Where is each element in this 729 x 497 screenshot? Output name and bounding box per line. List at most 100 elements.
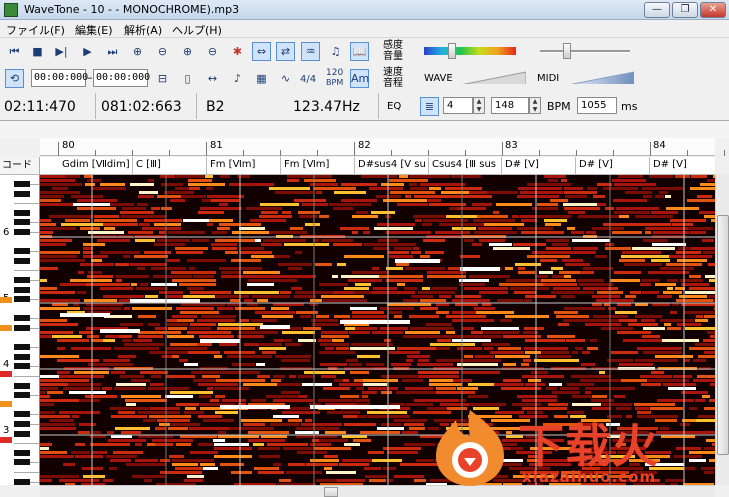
grid-icon[interactable]: ▦: [252, 69, 271, 88]
loop-icon[interactable]: ⟲: [5, 69, 24, 88]
spectrogram-band: [350, 307, 377, 310]
spectrogram-band: [496, 203, 532, 206]
zoom-out-vertical-icon[interactable]: ⊖: [203, 42, 222, 61]
spectrogram-band: [422, 267, 445, 270]
vertical-scroll-thumb[interactable]: [717, 215, 729, 455]
beats-spinner[interactable]: ▲ ▼: [473, 97, 485, 114]
range-icon[interactable]: ↔: [203, 69, 222, 88]
menu-file[interactable]: ファイル(F): [6, 22, 65, 38]
piano-black-key[interactable]: [14, 449, 30, 456]
piano-black-key[interactable]: [14, 315, 30, 322]
piano-black-key[interactable]: [14, 478, 30, 485]
piano-black-key[interactable]: [14, 325, 30, 331]
fit-width-icon[interactable]: ⇔: [252, 42, 271, 61]
piano-black-key[interactable]: [14, 277, 30, 283]
curve-icon[interactable]: ∿: [276, 69, 295, 88]
piano-black-key[interactable]: [14, 209, 30, 216]
measure-ruler[interactable]: 80 81 82 83 84: [40, 138, 725, 156]
time-signature[interactable]: 4/4: [300, 74, 316, 85]
piano-black-key[interactable]: [14, 181, 30, 187]
piano-black-key[interactable]: [14, 248, 30, 255]
spectrogram-band: [167, 319, 177, 322]
swap-icon[interactable]: ⇄: [276, 42, 295, 61]
wave-ramp[interactable]: [460, 70, 526, 84]
bpm-input[interactable]: 148: [491, 97, 529, 114]
end-time-input[interactable]: 00:00:000: [93, 69, 150, 87]
list-icon[interactable]: ≣: [420, 97, 439, 116]
piano-black-key[interactable]: [14, 286, 30, 293]
piano-black-key[interactable]: [14, 229, 30, 235]
eq-label[interactable]: EQ: [387, 101, 401, 112]
horizontal-scroll-thumb[interactable]: [324, 487, 338, 497]
chord-label[interactable]: Fm [Ⅵm]: [284, 159, 329, 170]
chord-label[interactable]: D# [Ⅴ]: [505, 159, 539, 170]
piano-black-key[interactable]: [14, 296, 30, 303]
piano-black-key[interactable]: [14, 411, 30, 418]
volume-slider[interactable]: [563, 43, 571, 59]
book-icon[interactable]: 📖: [350, 42, 369, 61]
zoom-in-horizontal-icon[interactable]: ⊕: [128, 42, 147, 61]
piano-black-key[interactable]: [14, 382, 30, 389]
chord-row[interactable]: Gdim [Ⅶdim] C [Ⅲ] Fm [Ⅵm] Fm [Ⅵm] D#sus4…: [40, 157, 715, 175]
minimize-button[interactable]: —: [644, 2, 670, 18]
score-icon[interactable]: ♫: [326, 42, 345, 61]
spectrogram-band: [310, 299, 322, 302]
ms-input[interactable]: 1055: [577, 97, 617, 114]
piano-keyboard[interactable]: 6 5 4 3: [0, 175, 40, 485]
piano-black-key[interactable]: [14, 344, 30, 351]
rewind-icon[interactable]: ⏮: [5, 42, 24, 61]
marker-icon[interactable]: ✱: [228, 42, 247, 61]
zoom-in-vertical-icon[interactable]: ⊕: [178, 42, 197, 61]
zoom-out-horizontal-icon[interactable]: ⊖: [153, 42, 172, 61]
piano-black-key[interactable]: [14, 363, 30, 370]
spectrogram-band: [688, 227, 713, 230]
spectrogram-band: [585, 391, 591, 394]
spectrogram-band: [377, 427, 404, 430]
chord-label[interactable]: D#sus4 [Ⅴ su: [358, 159, 426, 170]
spectrogram-band: [278, 263, 312, 266]
chord-label[interactable]: Fm [Ⅵm]: [210, 159, 255, 170]
play-icon[interactable]: ▶: [78, 42, 97, 61]
menu-edit[interactable]: 編集(E): [75, 22, 113, 38]
spectrogram-band: [281, 275, 316, 278]
chord-label[interactable]: D# [Ⅴ]: [653, 159, 687, 170]
waveform-icon[interactable]: ♒: [301, 42, 320, 61]
chord-label[interactable]: C [Ⅲ]: [136, 159, 161, 170]
bpm-top[interactable]: 120: [326, 69, 343, 78]
start-time-input[interactable]: 00:00:000: [31, 69, 88, 87]
piano-black-key[interactable]: [14, 190, 30, 197]
piano-black-key[interactable]: [14, 392, 30, 399]
piano-black-key[interactable]: [14, 430, 30, 437]
piano-black-key[interactable]: [14, 353, 30, 360]
menu-help[interactable]: ヘルプ(H): [172, 22, 222, 38]
chord-label[interactable]: D# [Ⅴ]: [579, 159, 613, 170]
piano-black-key[interactable]: [14, 219, 30, 226]
midi-ramp[interactable]: [568, 70, 634, 84]
spectrogram-band: [225, 251, 238, 254]
bar-icon[interactable]: ▯: [178, 69, 197, 88]
spectrogram-band: [189, 327, 211, 330]
close-button[interactable]: ✕: [700, 2, 726, 18]
spectrogram-band: [390, 191, 435, 194]
sensitivity-slider[interactable]: [448, 43, 456, 59]
maximize-button[interactable]: ❐: [672, 2, 698, 18]
key-button[interactable]: Am: [350, 69, 369, 88]
bpm-spinner[interactable]: ▲ ▼: [529, 97, 541, 114]
chord-label[interactable]: Gdim [Ⅶdim]: [62, 159, 130, 170]
step-play-icon[interactable]: ▶|: [52, 42, 71, 61]
note-icon[interactable]: ♪: [228, 69, 247, 88]
chord-label[interactable]: Csus4 [Ⅲ sus: [432, 159, 496, 170]
menu-analysis[interactable]: 解析(A): [124, 22, 162, 38]
spectrogram-band: [521, 219, 537, 222]
split-icon[interactable]: ⊟: [153, 69, 172, 88]
piano-black-key[interactable]: [14, 257, 30, 264]
beats-input[interactable]: 4: [443, 97, 473, 114]
fast-forward-icon[interactable]: ⏭: [103, 42, 122, 61]
piano-black-key[interactable]: [14, 459, 30, 466]
spectrogram-band: [136, 287, 168, 290]
overview-strip[interactable]: [0, 120, 729, 138]
stop-icon[interactable]: ■: [28, 42, 47, 61]
spectrogram-band: [418, 375, 459, 378]
spectrogram-band: [40, 403, 54, 406]
piano-black-key[interactable]: [14, 421, 30, 427]
